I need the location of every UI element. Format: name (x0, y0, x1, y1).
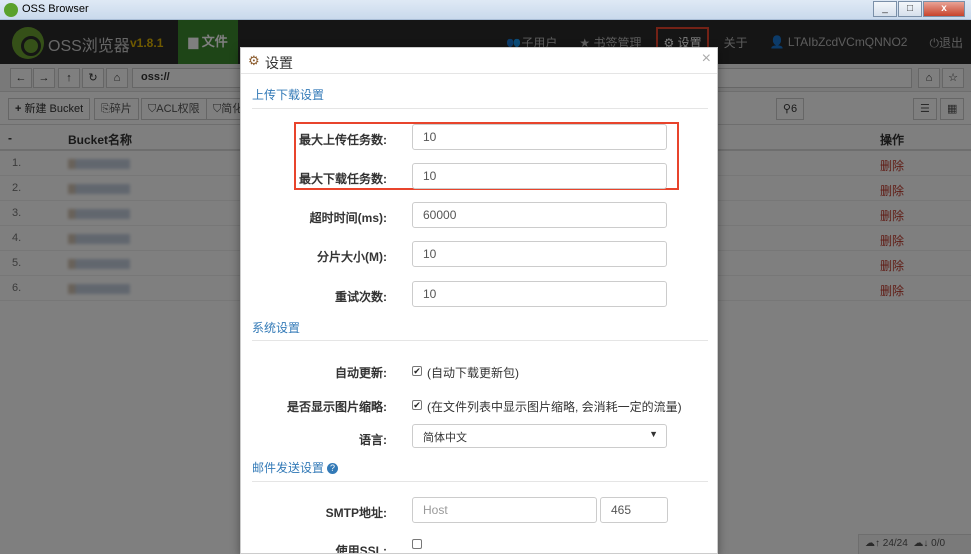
settings-modal: ⚙ 设置 × 上传下载设置 最大上传任务数: 10 最大下载任务数: 10 超时… (240, 47, 718, 554)
section-transfer-title: 上传下载设置 (252, 88, 325, 102)
modal-close-button[interactable]: × (702, 50, 711, 68)
window-controls: _ □ x (872, 1, 965, 17)
gear-icon: ⚙ (248, 53, 260, 68)
maximize-button[interactable]: □ (898, 1, 922, 17)
section-divider (252, 340, 708, 341)
section-system-title: 系统设置 (252, 321, 301, 335)
auto-update-label: 自动更新: (335, 366, 387, 380)
caret-down-icon: ▼ (649, 429, 658, 439)
max-upload-label: 最大上传任务数: (299, 133, 387, 147)
close-window-button[interactable]: x (923, 1, 965, 17)
smtp-label: SMTP地址: (325, 506, 387, 520)
smtp-port-input[interactable]: 465 (600, 497, 668, 523)
ssl-label: 使用SSL: (335, 544, 387, 554)
thumbnails-text: (在文件列表中显示图片缩略, 会消耗一定的流量) (427, 400, 682, 414)
language-label: 语言: (359, 433, 387, 447)
max-download-input[interactable]: 10 (412, 163, 667, 189)
help-icon[interactable]: ? (327, 463, 339, 475)
window-title: OSS Browser (22, 3, 89, 15)
auto-update-checkbox[interactable]: ✔ (412, 366, 422, 376)
language-select[interactable]: 简体中文 ▼ (412, 424, 667, 448)
thumbnails-label: 是否显示图片缩略: (287, 400, 387, 414)
retry-label: 重试次数: (335, 290, 387, 304)
smtp-host-input[interactable]: Host (412, 497, 597, 523)
app-icon (4, 3, 18, 17)
chunk-size-input[interactable]: 10 (412, 241, 667, 267)
window-titlebar: OSS Browser _ □ x (0, 0, 971, 20)
section-mail-title: 邮件发送设置? (252, 459, 339, 476)
timeout-label: 超时时间(ms): (309, 211, 387, 225)
timeout-input[interactable]: 60000 (412, 202, 667, 228)
section-divider (252, 108, 708, 109)
chunk-size-label: 分片大小(M): (317, 250, 387, 264)
thumbnails-checkbox[interactable]: ✔ (412, 400, 422, 410)
language-value: 简体中文 (423, 432, 467, 444)
auto-update-text: (自动下载更新包) (427, 366, 519, 380)
max-download-label: 最大下载任务数: (299, 172, 387, 186)
modal-header: ⚙ 设置 × (241, 48, 717, 74)
max-upload-input[interactable]: 10 (412, 124, 667, 150)
section-mail-label: 邮件发送设置 (252, 461, 325, 475)
ssl-checkbox[interactable] (412, 539, 422, 549)
retry-input[interactable]: 10 (412, 281, 667, 307)
minimize-button[interactable]: _ (873, 1, 897, 17)
modal-title: 设置 (265, 55, 293, 71)
section-divider (252, 481, 708, 482)
